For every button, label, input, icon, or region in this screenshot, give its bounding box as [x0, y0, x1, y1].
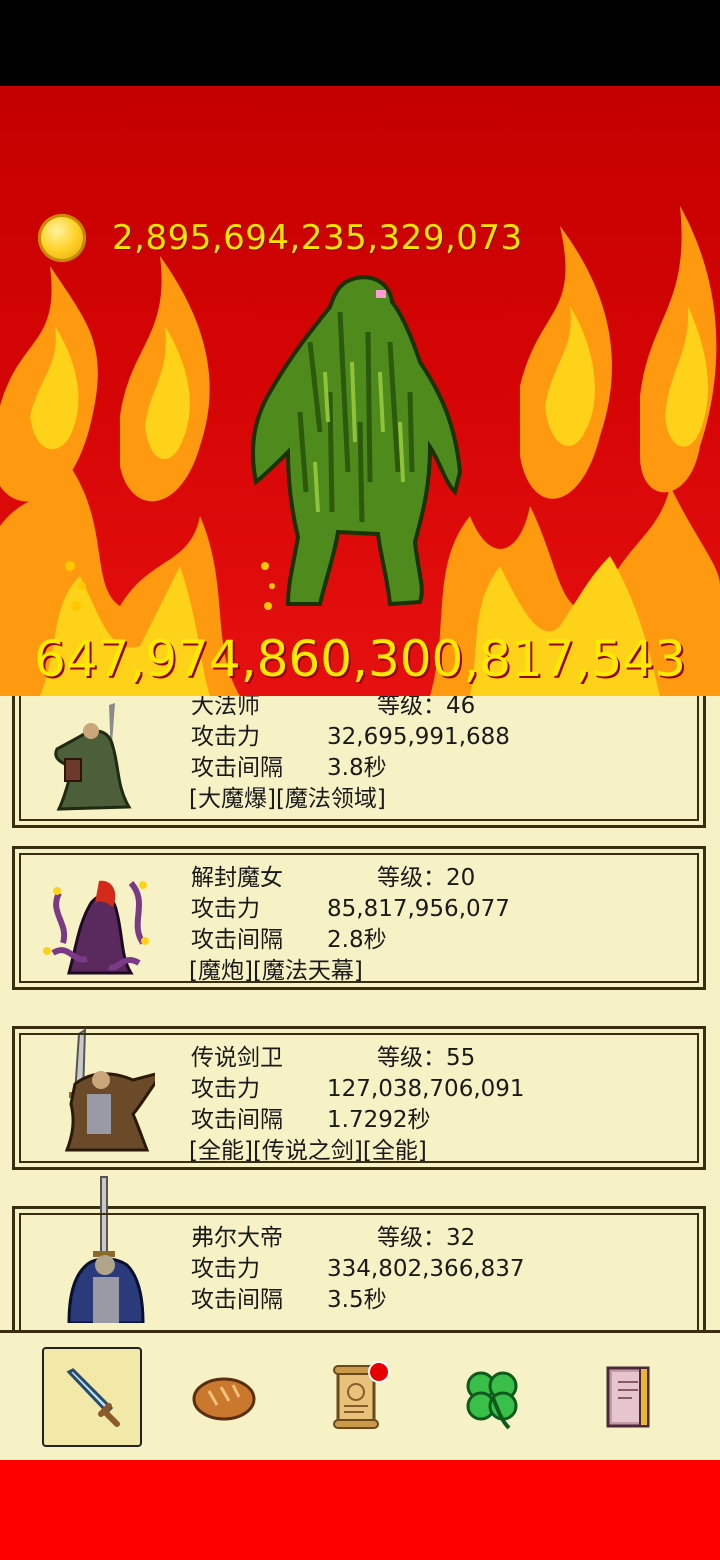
nav-book-button[interactable] — [578, 1347, 678, 1447]
hero-level: 等级：20 — [377, 865, 476, 891]
hero-name: 解封魔女 — [191, 865, 283, 891]
interval-value: 3.5秒 — [327, 1287, 387, 1313]
interval-value: 2.8秒 — [327, 927, 387, 953]
interval-value: 1.7292秒 — [327, 1107, 431, 1133]
emperor-portrait — [67, 1176, 145, 1323]
hero-name: 大法师 — [191, 696, 260, 719]
gold-coin-icon — [38, 214, 86, 262]
monster-hp: 647,974,860,300,817,543 — [33, 630, 687, 688]
hero-skills: [全能][传说之剑][全能] — [189, 1138, 427, 1164]
attack-value: 32,695,991,688 — [327, 724, 510, 750]
book-icon — [606, 1366, 650, 1428]
hero-card[interactable]: 解封魔女 等级：20 攻击力 85,817,956,077 攻击间隔 2.8秒 [魔炮… — [12, 846, 706, 990]
archmage-portrait — [54, 703, 132, 811]
interval-value: 3.8秒 — [327, 755, 387, 781]
hero-name: 弗尔大帝 — [191, 1225, 283, 1251]
hero-level: 等级：46 — [377, 696, 476, 719]
attack-label: 攻击力 — [191, 724, 260, 750]
notification-badge — [368, 1361, 390, 1383]
sword-guard-portrait — [64, 1028, 155, 1152]
nav-food-button[interactable] — [174, 1347, 274, 1447]
gold-amount: 2,895,694,235,329,073 — [112, 218, 523, 258]
hero-level: 等级：55 — [377, 1045, 476, 1071]
nav-heroes-button[interactable] — [42, 1347, 142, 1447]
sword-icon — [66, 1368, 120, 1427]
nav-luck-button[interactable] — [442, 1347, 542, 1447]
hero-skills: [魔炮][魔法天幕] — [189, 958, 363, 984]
status-bar — [0, 0, 720, 86]
hero-skills: [大魔爆][魔法领域] — [189, 786, 386, 812]
hero-card[interactable]: 大法师 等级：46 攻击力 32,695,991,688 攻击间隔 3.8秒 [大魔爆… — [12, 696, 706, 828]
interval-label: 攻击间隔 — [191, 755, 283, 781]
nav-quest-button[interactable] — [306, 1347, 406, 1447]
witch-portrait — [43, 880, 149, 975]
hero-list[interactable]: 大法师 等级：46 攻击力 32,695,991,688 攻击间隔 3.8秒 [大魔爆… — [0, 696, 720, 1330]
hero-name: 传说剑卫 — [191, 1045, 283, 1071]
hero-card[interactable]: 传说剑卫 等级：55 攻击力 127,038,706,091 攻击间隔 1.7292秒… — [12, 1026, 706, 1170]
battle-area[interactable]: 2,895,694,235,329,073 647,974,860,300,81… — [0, 86, 720, 696]
interval-label: 攻击间隔 — [191, 1107, 283, 1133]
attack-value: 334,802,366,837 — [327, 1256, 525, 1282]
bottom-nav — [0, 1330, 720, 1460]
attack-label: 攻击力 — [191, 1076, 260, 1102]
attack-value: 127,038,706,091 — [327, 1076, 525, 1102]
hero-level: 等级：32 — [377, 1225, 476, 1251]
clover-icon — [466, 1371, 518, 1430]
hero-card[interactable]: 弗尔大帝 等级：32 攻击力 334,802,366,837 攻击间隔 3.5秒 — [12, 1176, 706, 1330]
attack-label: 攻击力 — [191, 896, 260, 922]
bottom-banner — [0, 1460, 720, 1560]
interval-label: 攻击间隔 — [191, 1287, 283, 1313]
attack-value: 85,817,956,077 — [327, 896, 510, 922]
green-monster[interactable] — [240, 272, 470, 612]
attack-label: 攻击力 — [191, 1256, 260, 1282]
interval-label: 攻击间隔 — [191, 927, 283, 953]
bread-icon — [192, 1377, 256, 1421]
